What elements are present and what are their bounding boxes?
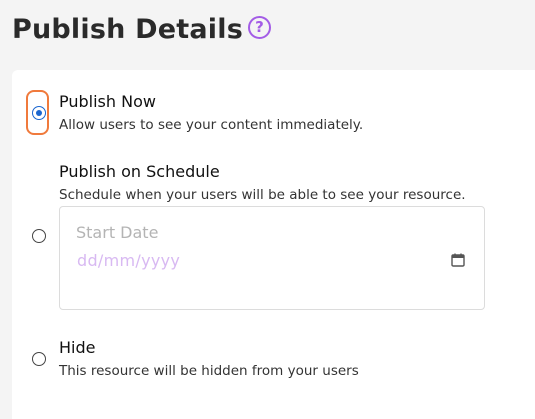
hide-description: This resource will be hidden from your u…	[59, 363, 359, 379]
publish-on-schedule-radio[interactable]	[32, 229, 46, 243]
calendar-icon[interactable]	[451, 253, 465, 267]
page-title: Publish Details	[12, 14, 243, 45]
publish-details-page: Publish Details ? Publish Now Allow user…	[0, 0, 535, 419]
start-date-label: Start Date	[76, 223, 159, 242]
hide-radio[interactable]	[32, 352, 46, 366]
option-hide[interactable]: Hide This resource will be hidden from y…	[12, 332, 535, 392]
help-icon[interactable]: ?	[248, 16, 271, 39]
publish-options-card: Publish Now Allow users to see your cont…	[12, 70, 535, 419]
start-date-field[interactable]: Start Date dd/mm/yyyy	[59, 206, 485, 310]
hide-label: Hide	[59, 338, 96, 357]
publish-on-schedule-description: Schedule when your users will be able to…	[59, 187, 466, 203]
option-publish-on-schedule[interactable]: Publish on Schedule Schedule when your u…	[12, 70, 535, 320]
start-date-placeholder: dd/mm/yyyy	[77, 251, 181, 270]
publish-on-schedule-label: Publish on Schedule	[59, 162, 220, 181]
